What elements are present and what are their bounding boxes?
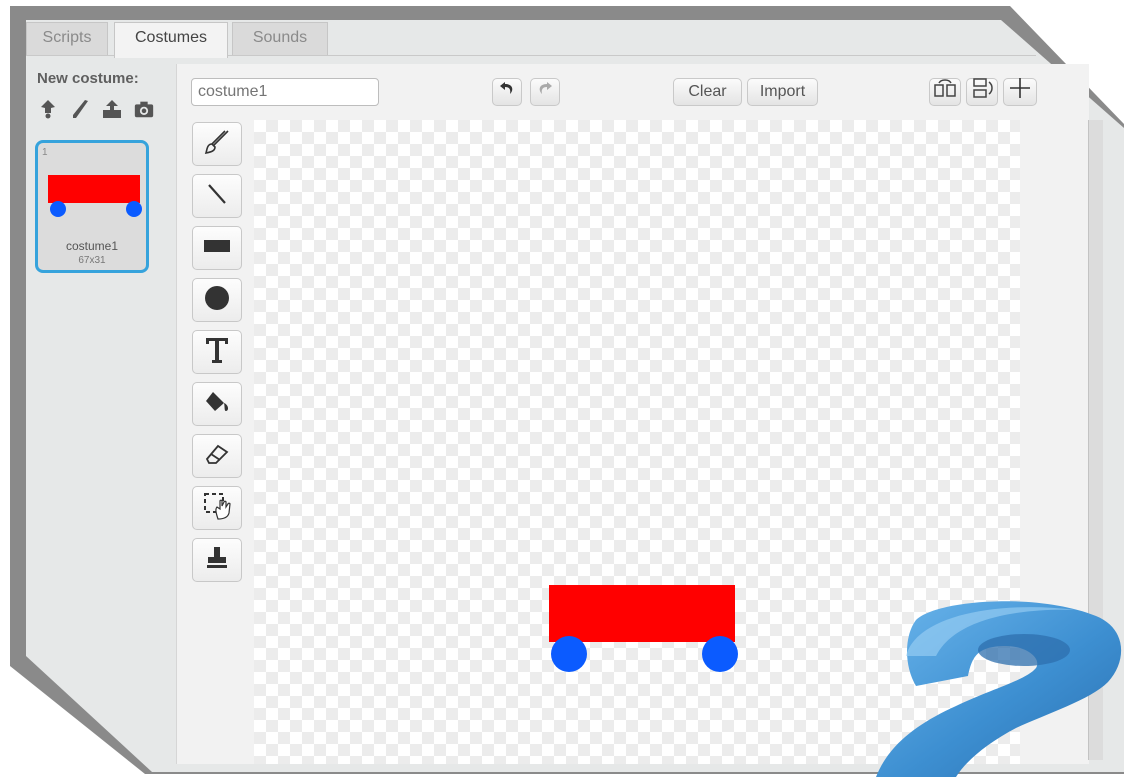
costume-name-label: costume1	[65, 239, 119, 253]
costume-size-label: 67x31	[78, 255, 106, 266]
tab-scripts[interactable]: Scripts	[26, 22, 108, 56]
set-center-button[interactable]	[1003, 77, 1037, 108]
rectangle-tool[interactable]	[192, 226, 242, 270]
car-body-shape[interactable]	[549, 585, 735, 642]
costume-preview	[48, 175, 142, 217]
select-icon	[202, 491, 232, 526]
paint-new-icon[interactable]	[69, 98, 91, 120]
flip-horizontal-button[interactable]	[929, 78, 961, 106]
rectangle-icon	[203, 238, 231, 259]
eraser-tool[interactable]	[192, 434, 242, 478]
redo-icon	[536, 79, 554, 106]
tab-costumes[interactable]: Costumes	[114, 22, 228, 58]
flip-vertical-icon	[971, 77, 993, 108]
import-button[interactable]: Import	[747, 78, 818, 106]
costume-name-input[interactable]	[191, 78, 379, 106]
undo-icon	[498, 79, 516, 106]
costume-number: 1	[42, 147, 48, 158]
undo-button[interactable]	[492, 78, 522, 106]
flip-horizontal-icon	[933, 78, 957, 107]
left-wheel-shape[interactable]	[551, 636, 587, 672]
brush-icon	[203, 128, 231, 161]
redo-button[interactable]	[530, 78, 560, 106]
clear-button[interactable]: Clear	[673, 78, 742, 106]
text-icon	[204, 336, 230, 369]
new-costume-options	[37, 98, 155, 120]
text-tool[interactable]	[192, 330, 242, 374]
set-costume-center-icon	[1009, 77, 1031, 108]
ellipse-tool[interactable]	[192, 278, 242, 322]
upload-icon[interactable]	[101, 98, 123, 120]
select-tool[interactable]	[192, 486, 242, 530]
stamp-icon	[204, 545, 230, 576]
camera-icon[interactable]	[133, 98, 155, 120]
tab-sounds[interactable]: Sounds	[232, 22, 328, 56]
costume-thumbnail[interactable]: 1 costume1 67x31	[35, 140, 149, 273]
eraser-icon	[204, 443, 230, 470]
right-wheel-shape[interactable]	[702, 636, 738, 672]
stamp-tool[interactable]	[192, 538, 242, 582]
flip-vertical-button[interactable]	[966, 77, 998, 108]
ellipse-icon	[204, 285, 230, 316]
line-icon	[205, 182, 229, 211]
choose-from-library-icon[interactable]	[37, 98, 59, 120]
question-mark-icon	[876, 601, 1122, 777]
fill-tool[interactable]	[192, 382, 242, 426]
brush-tool[interactable]	[192, 122, 242, 166]
line-tool[interactable]	[192, 174, 242, 218]
fill-icon	[203, 389, 231, 420]
new-costume-label: New costume:	[37, 70, 139, 87]
